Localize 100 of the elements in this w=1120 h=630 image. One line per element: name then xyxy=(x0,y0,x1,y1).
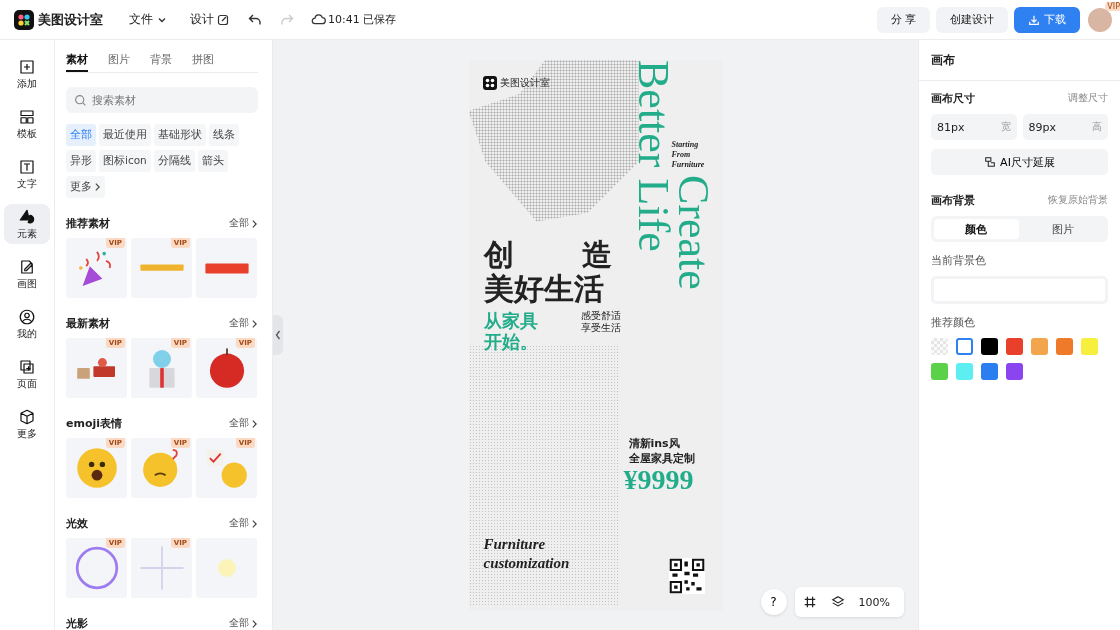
see-all-link[interactable]: 全部 xyxy=(229,417,258,430)
party-popper-drawing xyxy=(78,250,111,286)
color-swatch[interactable] xyxy=(1006,363,1023,380)
color-swatch[interactable] xyxy=(956,338,973,355)
emoji-checklist-drawing xyxy=(206,450,247,488)
color-swatch[interactable] xyxy=(931,363,948,380)
transparent-swatch[interactable] xyxy=(931,338,948,355)
section-title: 光影 xyxy=(66,616,88,630)
filter-chip[interactable]: 线条 xyxy=(209,124,239,146)
segment-tab[interactable]: 图片 xyxy=(1020,219,1105,239)
text-icon xyxy=(18,157,36,176)
download-button[interactable]: 下载 xyxy=(1014,6,1080,33)
filter-chip[interactable]: 最近使用 xyxy=(99,124,151,146)
filter-chip[interactable]: 全部 xyxy=(66,124,96,146)
grid-icon[interactable] xyxy=(802,595,817,609)
color-swatch[interactable] xyxy=(1006,338,1023,355)
search-field[interactable]: 搜索素材 xyxy=(66,87,258,113)
app-logo-icon xyxy=(14,9,34,30)
color-swatch[interactable] xyxy=(1056,338,1073,355)
filter-chip[interactable]: 基础形状 xyxy=(154,124,206,146)
resize-link[interactable]: 调整尺寸 xyxy=(1068,92,1108,105)
avatar[interactable] xyxy=(1088,7,1112,32)
panel-tab[interactable]: 背景 xyxy=(150,40,172,72)
poster-headline: 美好生活 xyxy=(483,272,604,306)
pages-icon xyxy=(18,357,36,376)
field-label: 当前背景色 xyxy=(931,254,987,268)
resize-icon xyxy=(984,156,997,168)
help-button[interactable]: ? xyxy=(760,589,787,615)
emoji-scared-drawing xyxy=(76,448,117,488)
action-button[interactable]: 分 享 xyxy=(876,6,930,33)
emoji-thinking-drawing xyxy=(142,449,178,487)
cube-icon xyxy=(18,407,36,426)
bar-shape-drawing xyxy=(204,263,249,274)
section-label: 画布背景 xyxy=(931,193,975,208)
app-name: 美图设计室 xyxy=(38,10,103,29)
design-menu[interactable]: 设计 xyxy=(186,10,233,29)
size-field[interactable]: 81px 宽 xyxy=(931,114,1017,140)
chevron-icon xyxy=(251,518,258,529)
section-title: 推荐素材 xyxy=(66,216,110,231)
rail-item[interactable]: 元素 xyxy=(4,204,50,244)
rail-item[interactable]: 画图 xyxy=(4,254,50,294)
element-thumbnail[interactable] xyxy=(196,238,257,298)
apple-drawing xyxy=(209,348,244,388)
glow-drawing xyxy=(217,559,236,577)
color-swatch[interactable] xyxy=(1031,338,1048,355)
section-title: 最新素材 xyxy=(66,316,110,331)
poster-offer: 清新ins风 全屋家具定制 xyxy=(628,436,695,466)
zoom-level[interactable]: 100% xyxy=(858,595,890,609)
ai-extend-button[interactable]: AI尺寸延展 xyxy=(931,149,1108,175)
restore-background-link[interactable]: 恢复原始背景 xyxy=(1048,194,1108,207)
color-swatch[interactable] xyxy=(956,363,973,380)
filter-chip[interactable]: 图标icon xyxy=(99,150,151,172)
rail-item[interactable]: 页面 xyxy=(4,354,50,394)
see-all-link[interactable]: 全部 xyxy=(229,217,258,230)
color-swatch[interactable] xyxy=(1081,338,1098,355)
chevron-icon xyxy=(251,418,258,429)
rail-item[interactable]: 我的 xyxy=(4,304,50,344)
vip-badge: VIP xyxy=(1105,1,1120,11)
download-icon xyxy=(1028,13,1040,26)
color-swatch[interactable] xyxy=(981,363,998,380)
field-label: 推荐颜色 xyxy=(931,316,976,330)
poster-footer-title: Furniture customization xyxy=(483,535,570,573)
segment-tab[interactable]: 颜色 xyxy=(934,219,1019,239)
panel-tab[interactable]: 素材 xyxy=(66,40,88,72)
rail-item[interactable]: 更多 xyxy=(4,404,50,444)
poster-headline: 创 xyxy=(483,238,514,272)
shapes-icon xyxy=(18,207,36,226)
color-swatch[interactable] xyxy=(981,338,998,355)
chevron-icon xyxy=(94,182,101,192)
poster-price: ¥9999 xyxy=(623,464,694,496)
filter-chip[interactable]: 异形 xyxy=(66,150,96,172)
section-title: emoji表情 xyxy=(66,416,123,431)
save-status: 10:41 已保存 xyxy=(328,12,397,27)
see-all-link[interactable]: 全部 xyxy=(229,517,258,530)
size-field[interactable]: 89px 高 xyxy=(1022,114,1108,140)
sparkle-drawing xyxy=(139,545,184,591)
more-button[interactable]: 更多 xyxy=(66,176,105,198)
poster-vertical-title: Create xyxy=(670,175,715,290)
user-icon xyxy=(18,307,36,326)
cloud-icon xyxy=(311,12,326,27)
poster-note: 感受舒适 享受生活 xyxy=(580,310,621,334)
panel-tab[interactable]: 拼图 xyxy=(192,40,214,72)
action-button[interactable]: 创建设计 xyxy=(936,6,1008,33)
panel-tab[interactable]: 图片 xyxy=(108,40,130,72)
gift-box-drawing xyxy=(148,350,175,388)
see-all-link[interactable]: 全部 xyxy=(229,617,258,630)
file-menu[interactable]: 文件 xyxy=(125,10,172,29)
brand-logo-icon xyxy=(482,76,497,90)
inspector-title: 画布 xyxy=(919,40,1120,81)
rail-item[interactable]: 文字 xyxy=(4,154,50,194)
collapse-handle-icon[interactable] xyxy=(273,315,283,355)
rail-item[interactable]: 模板 xyxy=(4,104,50,144)
layers-icon[interactable] xyxy=(830,595,845,609)
chevron-icon xyxy=(251,318,258,329)
poster-design[interactable]: 美图设计室 Better Life Create Starting From Furniture 创 造 美好生活 从家具 开始。 感受舒适 享受生活 清新ins风 全屋家具定制 ¥9999 Furniture customization xyxy=(468,60,723,610)
see-all-link[interactable]: 全部 xyxy=(229,317,258,330)
filter-chip[interactable]: 分隔线 xyxy=(153,150,195,172)
element-thumbnail[interactable] xyxy=(196,538,257,598)
rail-item[interactable]: 添加 xyxy=(4,54,50,94)
filter-chip[interactable]: 箭头 xyxy=(197,150,228,172)
